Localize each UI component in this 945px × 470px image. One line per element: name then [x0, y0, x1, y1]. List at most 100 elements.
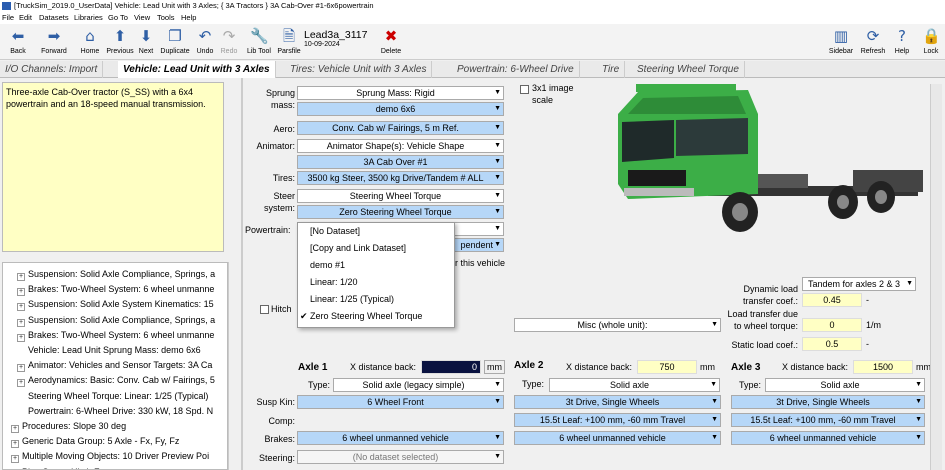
tab-tire[interactable]: Tire [597, 61, 626, 78]
load-transfer-wheel-input[interactable]: 0 [802, 318, 862, 332]
misc-whole-unit-select[interactable]: Misc (whole unit): ▼ [514, 318, 721, 332]
tab-tires[interactable]: Tires: Vehicle Unit with 3 Axles [285, 61, 433, 78]
tree-item[interactable]: + Procedures: Slope 30 deg [11, 419, 126, 433]
axle-2-brakes-select[interactable]: 6 wheel unmanned vehicle ▼ [514, 431, 721, 445]
sidebar-button[interactable]: ▥ Sidebar [826, 24, 856, 60]
tree-scrollbar[interactable] [228, 262, 238, 470]
hitch-checkbox[interactable] [260, 305, 269, 314]
axle-1-steering-select[interactable]: (No dataset selected) ▼ [297, 450, 504, 464]
axle-3-brakes-select[interactable]: 6 wheel unmanned vehicle ▼ [731, 431, 925, 445]
tree-expand-icon[interactable]: + [17, 318, 25, 327]
tree-item[interactable]: Powertrain: 6-Wheel Drive: 330 kW, 18 Sp… [17, 404, 213, 418]
axle-3-comp-select[interactable]: 15.5t Leaf: +100 mm, -60 mm Travel ▼ [731, 413, 925, 427]
animator-type-select[interactable]: Animator Shape(s): Vehicle Shape ▼ [297, 139, 504, 153]
tree-item[interactable]: + Multiple Moving Objects: 10 Driver Prev… [11, 449, 209, 464]
tree-item[interactable]: +Plot: Setup: Hitch Forces [11, 465, 122, 469]
tab-vehicle[interactable]: Vehicle: Lead Unit with 3 Axles [118, 61, 276, 78]
tab-io-channels[interactable]: I/O Channels: Import [0, 61, 104, 78]
axle-2-type-label: Type: [522, 379, 545, 389]
tires-dataset-select[interactable]: 3500 kg Steer, 3500 kg Drive/Tandem # AL… [297, 171, 504, 185]
static-load-input[interactable]: 0.5 [802, 337, 862, 351]
undo-button[interactable]: ↶ Undo [193, 24, 217, 60]
menu-datasets[interactable]: Datasets [39, 12, 69, 24]
dynamic-load-select[interactable]: Tandem for axles 2 & 3 ▼ [802, 277, 916, 291]
tree-expand-icon[interactable]: + [11, 425, 19, 433]
tree-item[interactable]: Vehicle: Lead Unit Sprung Mass: demo 6x6 [17, 343, 201, 357]
axle-2-type-select[interactable]: Solid axle ▼ [549, 378, 720, 392]
tree-item[interactable]: + Brakes: Two-Wheel System: 6 wheel unman… [17, 282, 214, 297]
axle-1-susp-kin-select[interactable]: 6 Wheel Front ▼ [297, 395, 504, 409]
notes-field[interactable]: Three-axle Cab-Over tractor (S_SS) with … [2, 82, 224, 252]
pane-splitter[interactable] [241, 78, 243, 470]
steer-system-type-select[interactable]: Steering Wheel Torque ▼ [297, 189, 504, 203]
parsfile-button[interactable]: 🗎 Parsfile [276, 24, 302, 60]
tree-item[interactable]: + Suspension: Solid Axle System Kinematic… [17, 297, 214, 312]
dataset-name[interactable]: Lead3a_3117 [304, 29, 367, 41]
powertrain-label: Powertrain: [245, 225, 291, 235]
forward-button[interactable]: ➡ Forward [36, 24, 72, 60]
menu-edit[interactable]: Edit [19, 12, 32, 24]
duplicate-button[interactable]: ❐ Duplicate [158, 24, 192, 60]
axle-3-type-select[interactable]: Solid axle ▼ [765, 378, 925, 392]
menu-file[interactable]: File [2, 12, 14, 24]
refresh-button[interactable]: ⟳ Refresh [858, 24, 888, 60]
sprung-mass-dataset-select[interactable]: demo 6x6 ▼ [297, 102, 504, 116]
popup-item-no-dataset[interactable]: [No Dataset] [298, 223, 454, 240]
help-button[interactable]: ? Help [890, 24, 914, 60]
menu-help[interactable]: Help [181, 12, 196, 24]
axle-2-comp-select[interactable]: 15.5t Leaf: +100 mm, -60 mm Travel ▼ [514, 413, 721, 427]
axle-1-xdist-input[interactable]: 0 [421, 360, 481, 374]
tree-expand-icon[interactable]: + [11, 455, 19, 464]
tree-expand-icon[interactable]: + [17, 364, 25, 373]
menu-tools[interactable]: Tools [157, 12, 175, 24]
axle-2-xdist-input[interactable]: 750 [637, 360, 697, 374]
menu-libraries[interactable]: Libraries [74, 12, 103, 24]
image-scale-checkbox[interactable] [520, 85, 529, 94]
axle-1-type-select[interactable]: Solid axle (legacy simple) ▼ [333, 378, 504, 392]
tree-item-label: Generic Data Group: 5 Axle - Fx, Fy, Fz [22, 436, 180, 447]
menu-goto[interactable]: Go To [108, 12, 128, 24]
next-button[interactable]: ⬇ Next [135, 24, 157, 60]
tab-steering-wheel-torque[interactable]: Steering Wheel Torque [632, 61, 745, 78]
animator-dataset-select[interactable]: 3A Cab Over #1 ▼ [297, 155, 504, 169]
axle-2-susp-kin-select[interactable]: 3t Drive, Single Wheels ▼ [514, 395, 721, 409]
previous-button[interactable]: ⬆ Previous [105, 24, 135, 60]
tree-expand-icon[interactable]: + [11, 440, 19, 449]
steer-system-dataset-select[interactable]: Zero Steering Wheel Torque ▼ [297, 205, 504, 219]
tree-item[interactable]: + Suspension: Solid Axle Compliance, Spri… [17, 313, 215, 327]
tree-item[interactable]: + Suspension: Solid Axle Compliance, Spri… [17, 267, 215, 281]
popup-item-demo[interactable]: demo #1 [298, 257, 454, 274]
popup-item-copy-link[interactable]: [Copy and Link Dataset] [298, 240, 454, 257]
tree-item[interactable]: + Animator: Vehicles and Sensor Targets: … [17, 358, 212, 373]
wrench-icon: 🔧 [250, 27, 269, 45]
dropdown-arrow-icon: ▼ [711, 398, 718, 405]
tree-item[interactable]: Steering Wheel Torque: Linear: 1/25 (Typ… [17, 389, 208, 403]
dynamic-load-input[interactable]: 0.45 [802, 293, 862, 307]
delete-button[interactable]: ✖ Delete [377, 24, 405, 60]
popup-item-linear-1-25[interactable]: Linear: 1/25 (Typical) [298, 291, 454, 308]
tree-expand-icon[interactable]: + [17, 333, 25, 342]
tree-expand-icon[interactable]: + [17, 303, 25, 312]
axle-3-susp-kin-select[interactable]: 3t Drive, Single Wheels ▼ [731, 395, 925, 409]
brakes-label: Brakes: [264, 434, 295, 444]
main-scrollbar[interactable] [930, 84, 942, 470]
tree-expand-icon[interactable]: + [17, 288, 25, 297]
sprung-mass-type-select[interactable]: Sprung Mass: Rigid ▼ [297, 86, 504, 100]
axle-1-brakes-select[interactable]: 6 wheel unmanned vehicle ▼ [297, 431, 504, 445]
aero-dataset-select[interactable]: Conv. Cab w/ Fairings, 5 m Ref. ▼ [297, 121, 504, 135]
menu-view[interactable]: View [134, 12, 150, 24]
popup-item-linear-1-20[interactable]: Linear: 1/20 [298, 274, 454, 291]
lock-button[interactable]: 🔒 Lock [918, 24, 944, 60]
tree-item[interactable]: + Generic Data Group: 5 Axle - Fx, Fy, Fz [11, 434, 180, 449]
lib-tool-button[interactable]: 🔧 Lib Tool [244, 24, 274, 60]
redo-button[interactable]: ↷ Redo [218, 24, 240, 60]
back-button[interactable]: ⬅ Back [2, 24, 34, 60]
tree-expand-icon[interactable]: + [17, 379, 25, 388]
tree-item[interactable]: + Brakes: Two-Wheel System: 6 wheel unman… [17, 328, 214, 342]
home-button[interactable]: ⌂ Home [77, 24, 103, 60]
axle-3-xdist-input[interactable]: 1500 [853, 360, 913, 374]
popup-item-zero-torque[interactable]: ✔ Zero Steering Wheel Torque [298, 308, 454, 325]
tree-item[interactable]: + Aerodynamics: Basic: Conv. Cab w/ Fairi… [17, 373, 215, 388]
tree-expand-icon[interactable]: + [17, 273, 25, 281]
tab-powertrain[interactable]: Powertrain: 6-Wheel Drive [452, 61, 580, 78]
